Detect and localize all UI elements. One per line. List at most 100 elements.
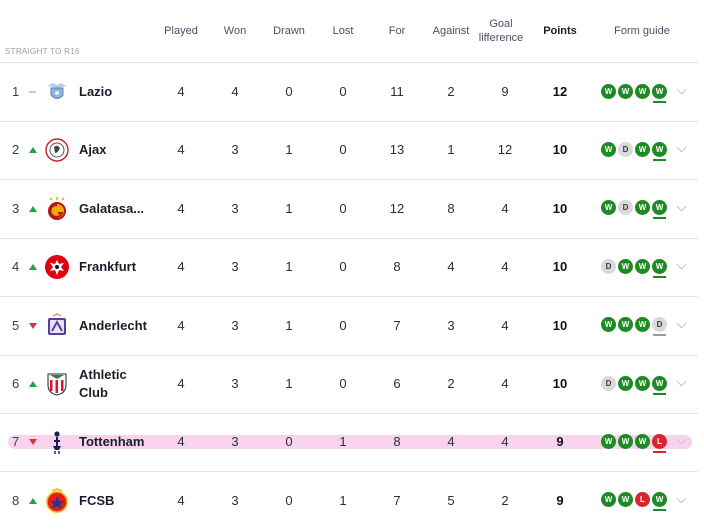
chevron-down-icon[interactable]	[676, 142, 687, 153]
form-result-badge[interactable]: L	[635, 492, 650, 508]
form-result-badge[interactable]: W	[601, 492, 616, 508]
cell-played: 4	[177, 434, 185, 450]
form-result-badge[interactable]: W	[652, 83, 667, 103]
chevron-down-icon[interactable]	[676, 318, 687, 329]
form-result-badge[interactable]: D	[652, 317, 667, 337]
cell-lost: 0	[339, 200, 347, 216]
cell-played: 4	[177, 84, 185, 99]
cell-drawn: 0	[285, 84, 293, 99]
team-name[interactable]: Ajax	[79, 141, 106, 159]
header-won[interactable]: Won	[215, 24, 255, 38]
team-name-line1: Athletic	[79, 367, 127, 382]
form-result-badge[interactable]: D	[618, 200, 633, 216]
cell-gd: 4	[501, 259, 509, 275]
table-row[interactable]: 5 Anderlecht 4 3 1 0 7 3 4 10 W W W D	[0, 297, 698, 355]
cell-lost: 1	[339, 434, 347, 450]
cell-against: 3	[447, 317, 455, 333]
header-for[interactable]: For	[377, 24, 417, 38]
table-row[interactable]: 6 Athletic Club 4 3 1 0 6 2 4 10 D W W W	[0, 355, 698, 413]
team-name[interactable]: Lazio	[79, 83, 112, 101]
anderlecht-crest-icon	[44, 312, 70, 339]
cell-points: 10	[552, 142, 568, 158]
table-row[interactable]: 8 FCSB 4 3 0 1 7 5 2 9 W W L W	[0, 472, 698, 530]
team-name[interactable]: Frankfurt	[79, 258, 136, 276]
form-result-badge[interactable]: W	[635, 375, 650, 391]
cell-gd: 4	[501, 376, 509, 391]
table-row[interactable]: 4 Frankfurt 4 3 1 0 8 4 4 10 D W W W	[0, 238, 698, 296]
cell-won: 3	[231, 434, 239, 450]
table-row[interactable]: 3 Galatasa... 4 3 1 0 12 8 4 10 W D W W	[0, 180, 698, 238]
header-played[interactable]: Played	[161, 24, 201, 38]
form-result-badge[interactable]: W	[635, 141, 650, 157]
form-result-badge[interactable]: W	[618, 492, 633, 508]
cell-for: 13	[389, 142, 405, 158]
form-result-badge[interactable]: D	[601, 375, 616, 391]
header-goal-difference[interactable]: Goal lifference	[474, 17, 528, 45]
team-name[interactable]: Anderlecht	[79, 317, 147, 335]
form-guide: WWWL	[601, 433, 667, 453]
team-name[interactable]: Athletic Club	[79, 366, 127, 402]
ajax-crest-icon	[44, 137, 70, 163]
cell-against: 2	[447, 376, 455, 391]
form-guide: WWWD	[601, 317, 667, 337]
form-result-badge[interactable]: W	[601, 141, 616, 157]
form-guide: DWWW	[601, 375, 667, 395]
chevron-down-icon[interactable]	[676, 493, 687, 504]
table-row[interactable]: 1 Lazio 4 4 0 0 11 2 9 12 W W W W	[0, 63, 698, 121]
header-lost[interactable]: Lost	[323, 24, 363, 38]
chevron-down-icon[interactable]	[676, 201, 687, 212]
cell-drawn: 0	[285, 434, 293, 450]
form-result-badge[interactable]: W	[652, 375, 667, 395]
chevron-down-icon[interactable]	[676, 434, 687, 445]
team-name[interactable]: Galatasa...	[79, 200, 144, 218]
chevron-down-icon[interactable]	[676, 376, 687, 387]
cell-played: 4	[177, 200, 185, 216]
form-result-badge[interactable]: W	[635, 83, 650, 99]
cell-gd: 12	[497, 142, 513, 158]
cell-played: 4	[177, 142, 185, 158]
form-result-badge[interactable]: W	[618, 258, 633, 274]
form-result-badge[interactable]: D	[601, 258, 616, 274]
position: 7	[12, 434, 20, 450]
team-name[interactable]: Tottenham	[79, 433, 144, 451]
cell-lost: 0	[339, 142, 347, 158]
cell-points: 10	[552, 259, 568, 275]
form-result-badge[interactable]: W	[601, 200, 616, 216]
cell-gd: 4	[501, 434, 509, 450]
header-points[interactable]: Points	[536, 24, 584, 38]
table-row[interactable]: 7 Tottenham 4 3 0 1 8 4 4 9 W W W L	[0, 413, 698, 471]
cell-gd: 9	[501, 84, 509, 99]
cell-for: 7	[393, 492, 401, 508]
cell-gd: 4	[501, 317, 509, 333]
cell-for: 12	[389, 200, 405, 216]
form-result-badge[interactable]: W	[618, 433, 633, 449]
form-result-badge[interactable]: W	[618, 83, 633, 99]
form-result-badge[interactable]: W	[635, 258, 650, 274]
form-result-badge[interactable]: L	[652, 433, 667, 453]
form-result-badge[interactable]: W	[635, 433, 650, 449]
movement-up-arrow-icon	[29, 497, 37, 504]
chevron-down-icon[interactable]	[676, 84, 687, 95]
form-result-badge[interactable]: W	[635, 200, 650, 216]
form-result-badge[interactable]: W	[618, 317, 633, 333]
header-drawn[interactable]: Drawn	[269, 24, 309, 38]
form-result-badge[interactable]: W	[601, 317, 616, 333]
team-name[interactable]: FCSB	[79, 492, 114, 510]
form-result-badge[interactable]: W	[652, 141, 667, 161]
cell-for: 6	[393, 376, 401, 391]
form-result-badge[interactable]: W	[652, 200, 667, 220]
form-result-badge[interactable]: W	[635, 317, 650, 333]
form-result-badge[interactable]: W	[601, 83, 616, 99]
cell-gd: 4	[501, 200, 509, 216]
header-goal-difference-line1: Goal	[489, 18, 513, 30]
form-result-badge[interactable]: W	[601, 433, 616, 449]
form-result-badge[interactable]: W	[652, 258, 667, 278]
form-result-badge[interactable]: W	[652, 492, 667, 512]
cell-against: 5	[447, 492, 455, 508]
header-against[interactable]: Against	[426, 24, 476, 38]
form-result-badge[interactable]: W	[618, 375, 633, 391]
table-row[interactable]: 2 Ajax 4 3 1 0 13 1 12 10 W D W W	[0, 121, 698, 179]
chevron-down-icon[interactable]	[676, 259, 687, 270]
form-result-badge[interactable]: D	[618, 141, 633, 157]
position: 8	[12, 492, 20, 508]
